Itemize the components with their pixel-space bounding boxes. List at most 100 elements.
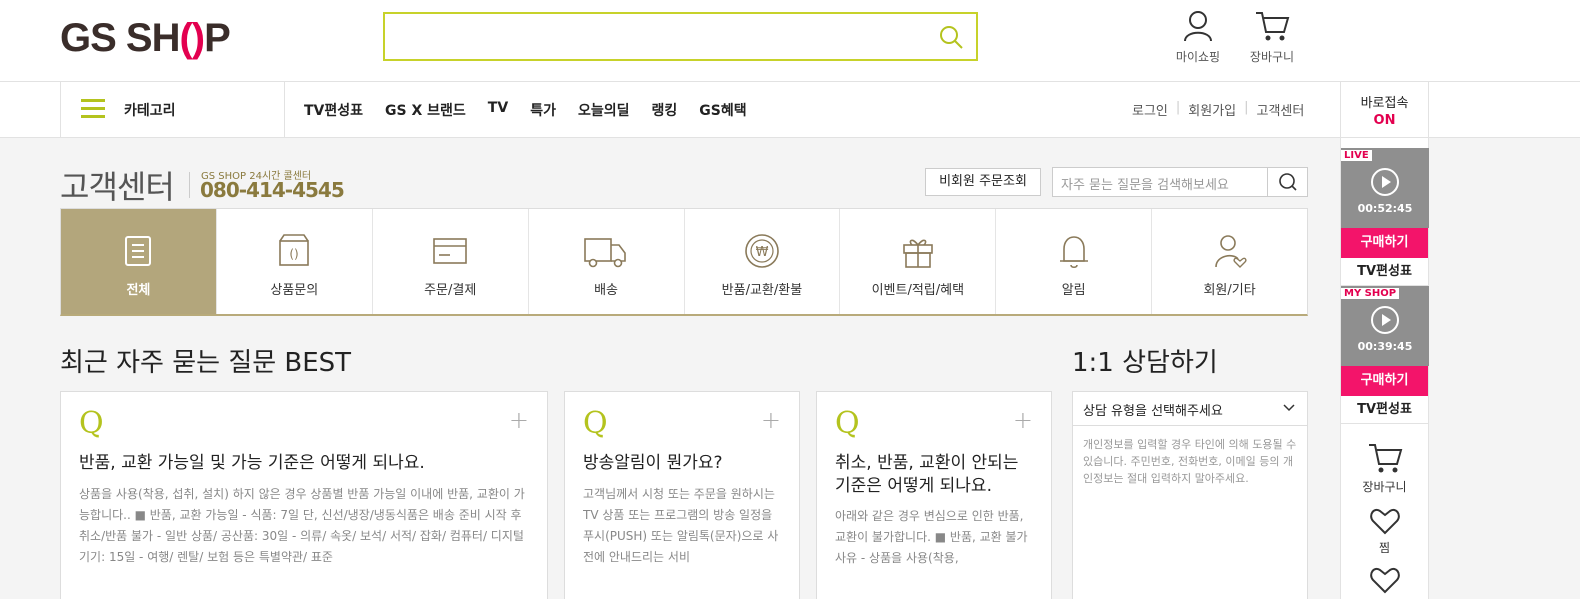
nav-item-ranking[interactable]: 랭킹 (651, 100, 677, 120)
tab-member-etc[interactable]: 회원/기타 (1152, 209, 1307, 314)
call-center-phone: 080-414-4545 (200, 178, 345, 202)
title-divider (189, 172, 190, 198)
faq-question: 반품, 교환 가능일 및 가능 기준은 어떻게 되나요. (79, 453, 425, 473)
play-icon[interactable] (1371, 306, 1399, 334)
faq-answer-preview: 아래와 같은 경우 변심으로 인한 반품, 교환이 불가합니다. ■ 반품, 교… (835, 509, 1028, 565)
cart-icon (1368, 444, 1402, 473)
live-buy-button[interactable]: 구매하기 (1341, 228, 1428, 258)
truck-icon (584, 238, 626, 268)
direct-access-label: 바로접속 (1360, 96, 1409, 111)
box-icon: () (279, 234, 310, 266)
faq-card[interactable]: Q + 방송알림이 뭔가요? 고객님께서 시청 또는 주문을 원하시는 TV 상… (564, 391, 800, 599)
my-shopping-label: 마이쇼핑 (1175, 50, 1221, 64)
faq-category-tabs: 전체 () 상품문의 주문/결제 배송 ₩ 반품/교환/환불 이벤트/적립/혜택… (60, 208, 1308, 316)
join-link[interactable]: 회원가입 (1188, 100, 1236, 119)
refund-icon: ₩ (745, 234, 779, 268)
consult-textarea[interactable]: 개인정보를 입력할 경우 타인에 의해 도용될 수 있습니다. 주민번호, 전화… (1073, 426, 1307, 497)
tab-label: 반품/교환/환불 (721, 283, 803, 298)
tab-return-exchange-refund[interactable]: ₩ 반품/교환/환불 (685, 209, 841, 314)
tab-label: 주문/결제 (424, 283, 477, 298)
cart-button[interactable]: 장바구니 (1242, 10, 1302, 65)
live-time: 00:52:45 (1357, 202, 1413, 215)
tab-label: 회원/기타 (1203, 283, 1256, 298)
search-input[interactable] (383, 12, 978, 61)
sidebar-cart-button[interactable]: 장바구니 (1341, 424, 1428, 495)
bell-icon (1059, 236, 1088, 269)
tab-label: 배송 (594, 283, 619, 298)
guest-order-lookup-button[interactable]: 비회원 주문조회 (925, 168, 1041, 196)
cart-icon (1256, 12, 1290, 41)
consult-box: 상담 유형을 선택해주세요 개인정보를 입력할 경우 타인에 의해 도용될 수 … (1072, 391, 1308, 599)
member-icon (1214, 235, 1247, 268)
tab-order-payment[interactable]: 주문/결제 (373, 209, 529, 314)
consult-title: 1:1 상담하기 (1072, 348, 1218, 378)
faq-search-button[interactable] (1267, 168, 1307, 196)
gs-shop-logo[interactable]: GS SH()P (60, 16, 231, 60)
search-icon (1279, 173, 1297, 191)
nav-item-gs-x-brand[interactable]: GS X 브랜드 (385, 100, 466, 120)
card-icon (433, 238, 467, 264)
tab-product-inquiry[interactable]: () 상품문의 (217, 209, 373, 314)
login-link[interactable]: 로그인 (1132, 100, 1168, 119)
consult-type-value: 상담 유형을 선택해주세요 (1083, 404, 1223, 419)
category-button[interactable]: 카테고리 (60, 82, 285, 138)
tab-all[interactable]: 전체 (61, 209, 217, 314)
sidebar-wish-label: 찜 (1378, 541, 1391, 555)
best-faq-title: 최근 자주 묻는 질문 BEST (60, 348, 352, 378)
faq-card[interactable]: Q + 반품, 교환 가능일 및 가능 기준은 어떻게 되나요. 상품을 사용(… (60, 391, 548, 599)
page-title: 고객센터 (60, 168, 175, 206)
myshop-tv-schedule-link[interactable]: TV편성표 (1341, 396, 1428, 424)
sidebar-cart-label: 장바구니 (1362, 480, 1407, 494)
faq-answer-preview: 상품을 사용(착용, 섭취, 설치) 하지 않은 경우 상품별 반품 가능일 이… (79, 487, 525, 564)
live-tv-schedule-link[interactable]: TV편성표 (1341, 258, 1428, 286)
sidebar-more-button[interactable] (1341, 556, 1428, 598)
hamburger-icon (81, 99, 105, 119)
myshop-video-thumbnail[interactable]: MY SHOP 00:39:45 (1341, 286, 1429, 366)
tab-label: 전체 (126, 283, 151, 298)
list-icon (125, 236, 152, 266)
live-video-thumbnail[interactable]: LIVE 00:52:45 (1341, 148, 1429, 228)
nav-item-tv-schedule[interactable]: TV편성표 (304, 100, 363, 120)
account-links: 로그인 | 회원가입 | 고객센터 (1132, 100, 1305, 119)
nav-item-special[interactable]: 특가 (530, 100, 556, 120)
tab-label: 알림 (1061, 283, 1086, 298)
my-shopping-button[interactable]: 마이쇼핑 (1170, 10, 1226, 65)
tab-label: 이벤트/적립/혜택 (871, 283, 965, 298)
consult-type-select[interactable]: 상담 유형을 선택해주세요 (1073, 392, 1307, 426)
plus-icon[interactable]: + (761, 406, 781, 434)
cart-label: 장바구니 (1249, 50, 1295, 64)
direct-access-toggle[interactable]: 바로접속 ON (1340, 82, 1429, 138)
live-tag: LIVE (1341, 150, 1372, 161)
plus-icon[interactable]: + (509, 406, 529, 434)
nav-item-gs-benefit[interactable]: GS혜택 (699, 100, 746, 120)
myshop-buy-button[interactable]: 구매하기 (1341, 366, 1428, 396)
quick-sidebar: LIVE 00:52:45 구매하기 TV편성표 MY SHOP 00:39:4… (1340, 138, 1429, 599)
svg-text:₩: ₩ (756, 245, 769, 260)
tab-event-points-benefit[interactable]: 이벤트/적립/혜택 (840, 209, 997, 314)
customer-center-link[interactable]: 고객센터 (1257, 100, 1305, 119)
q-icon: Q (583, 406, 608, 441)
category-label: 카테고리 (124, 103, 176, 119)
heart-icon (1369, 568, 1400, 594)
nav-item-tv[interactable]: TV (488, 100, 508, 120)
gift-icon (903, 239, 933, 268)
play-icon[interactable] (1371, 168, 1399, 196)
faq-answer-preview: 고객님께서 시청 또는 주문을 원하시는 TV 상품 또는 프로그램의 방송 일… (583, 487, 779, 564)
sidebar-wish-button[interactable]: 찜 (1341, 495, 1428, 556)
tab-label: 상품문의 (270, 283, 319, 298)
q-icon: Q (835, 406, 860, 441)
tab-notification[interactable]: 알림 (996, 209, 1153, 314)
search-icon[interactable] (938, 24, 964, 50)
faq-card[interactable]: Q + 취소, 반품, 교환이 안되는 기준은 어떻게 되나요. 아래와 같은 … (816, 391, 1052, 599)
heart-icon (1369, 509, 1400, 535)
faq-question: 취소, 반품, 교환이 안되는 기준은 어떻게 되나요. (835, 453, 1019, 496)
plus-icon[interactable]: + (1013, 406, 1033, 434)
myshop-time: 00:39:45 (1357, 340, 1413, 353)
nav-menu: TV편성표 GS X 브랜드 TV 특가 오늘의딜 랭킹 GS혜택 (304, 100, 769, 120)
site-header: GS SH()P 마이쇼핑 장바구니 (0, 0, 1580, 82)
nav-item-today-deal[interactable]: 오늘의딜 (578, 100, 630, 120)
tab-delivery[interactable]: 배송 (529, 209, 685, 314)
faq-search-input[interactable]: 자주 묻는 질문을 검색해보세요 (1052, 167, 1308, 197)
q-icon: Q (79, 406, 104, 441)
chevron-down-icon (1283, 404, 1295, 412)
